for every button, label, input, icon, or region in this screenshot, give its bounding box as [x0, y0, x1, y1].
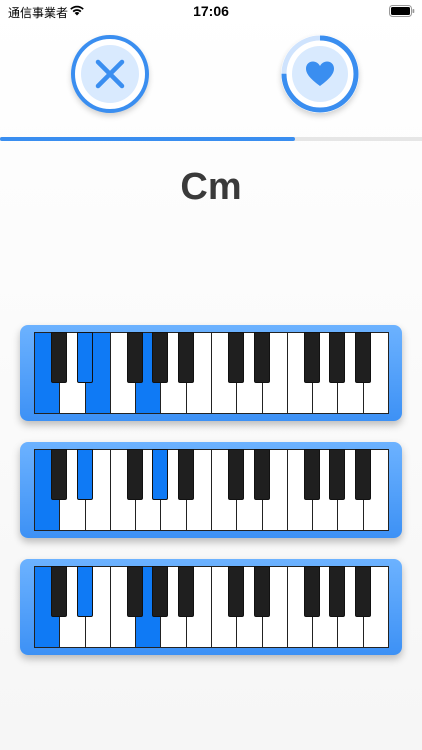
black-key[interactable]	[152, 449, 169, 500]
black-key[interactable]	[354, 332, 371, 383]
piano-keys	[34, 566, 389, 648]
status-bar: 通信事業者 17:06	[0, 0, 422, 24]
black-key[interactable]	[329, 449, 346, 500]
piano-keys	[34, 449, 389, 531]
black-key[interactable]	[76, 449, 93, 500]
quiz-progress-fill	[0, 137, 296, 141]
clock: 17:06	[193, 3, 229, 19]
black-key[interactable]	[253, 449, 270, 500]
black-key[interactable]	[177, 332, 194, 383]
black-key[interactable]	[76, 332, 93, 383]
piano-keys	[34, 332, 389, 414]
black-key[interactable]	[76, 566, 93, 617]
black-key[interactable]	[304, 332, 321, 383]
keyboard-option-1[interactable]	[20, 325, 402, 421]
black-key[interactable]	[304, 566, 321, 617]
black-key[interactable]	[127, 449, 144, 500]
close-icon	[81, 45, 139, 103]
black-key[interactable]	[51, 332, 68, 383]
black-key[interactable]	[152, 332, 169, 383]
black-key[interactable]	[177, 566, 194, 617]
keyboard-option-2[interactable]	[20, 442, 402, 538]
black-key[interactable]	[152, 566, 169, 617]
black-key[interactable]	[228, 332, 245, 383]
black-key[interactable]	[51, 566, 68, 617]
black-key[interactable]	[51, 449, 68, 500]
favorite-button[interactable]	[281, 35, 359, 113]
heart-icon	[292, 46, 348, 102]
black-key[interactable]	[177, 449, 194, 500]
black-key[interactable]	[127, 566, 144, 617]
keyboard-option-3[interactable]	[20, 559, 402, 655]
black-key[interactable]	[304, 449, 321, 500]
black-key[interactable]	[253, 566, 270, 617]
black-key[interactable]	[354, 449, 371, 500]
black-key[interactable]	[329, 566, 346, 617]
black-key[interactable]	[228, 449, 245, 500]
black-key[interactable]	[329, 332, 346, 383]
chord-name: Cm	[180, 166, 242, 208]
black-key[interactable]	[127, 332, 144, 383]
black-key[interactable]	[253, 332, 270, 383]
dismiss-button[interactable]	[71, 35, 149, 113]
black-key[interactable]	[228, 566, 245, 617]
battery-icon	[389, 5, 415, 17]
quiz-progress-bar	[0, 137, 422, 141]
black-key[interactable]	[354, 566, 371, 617]
